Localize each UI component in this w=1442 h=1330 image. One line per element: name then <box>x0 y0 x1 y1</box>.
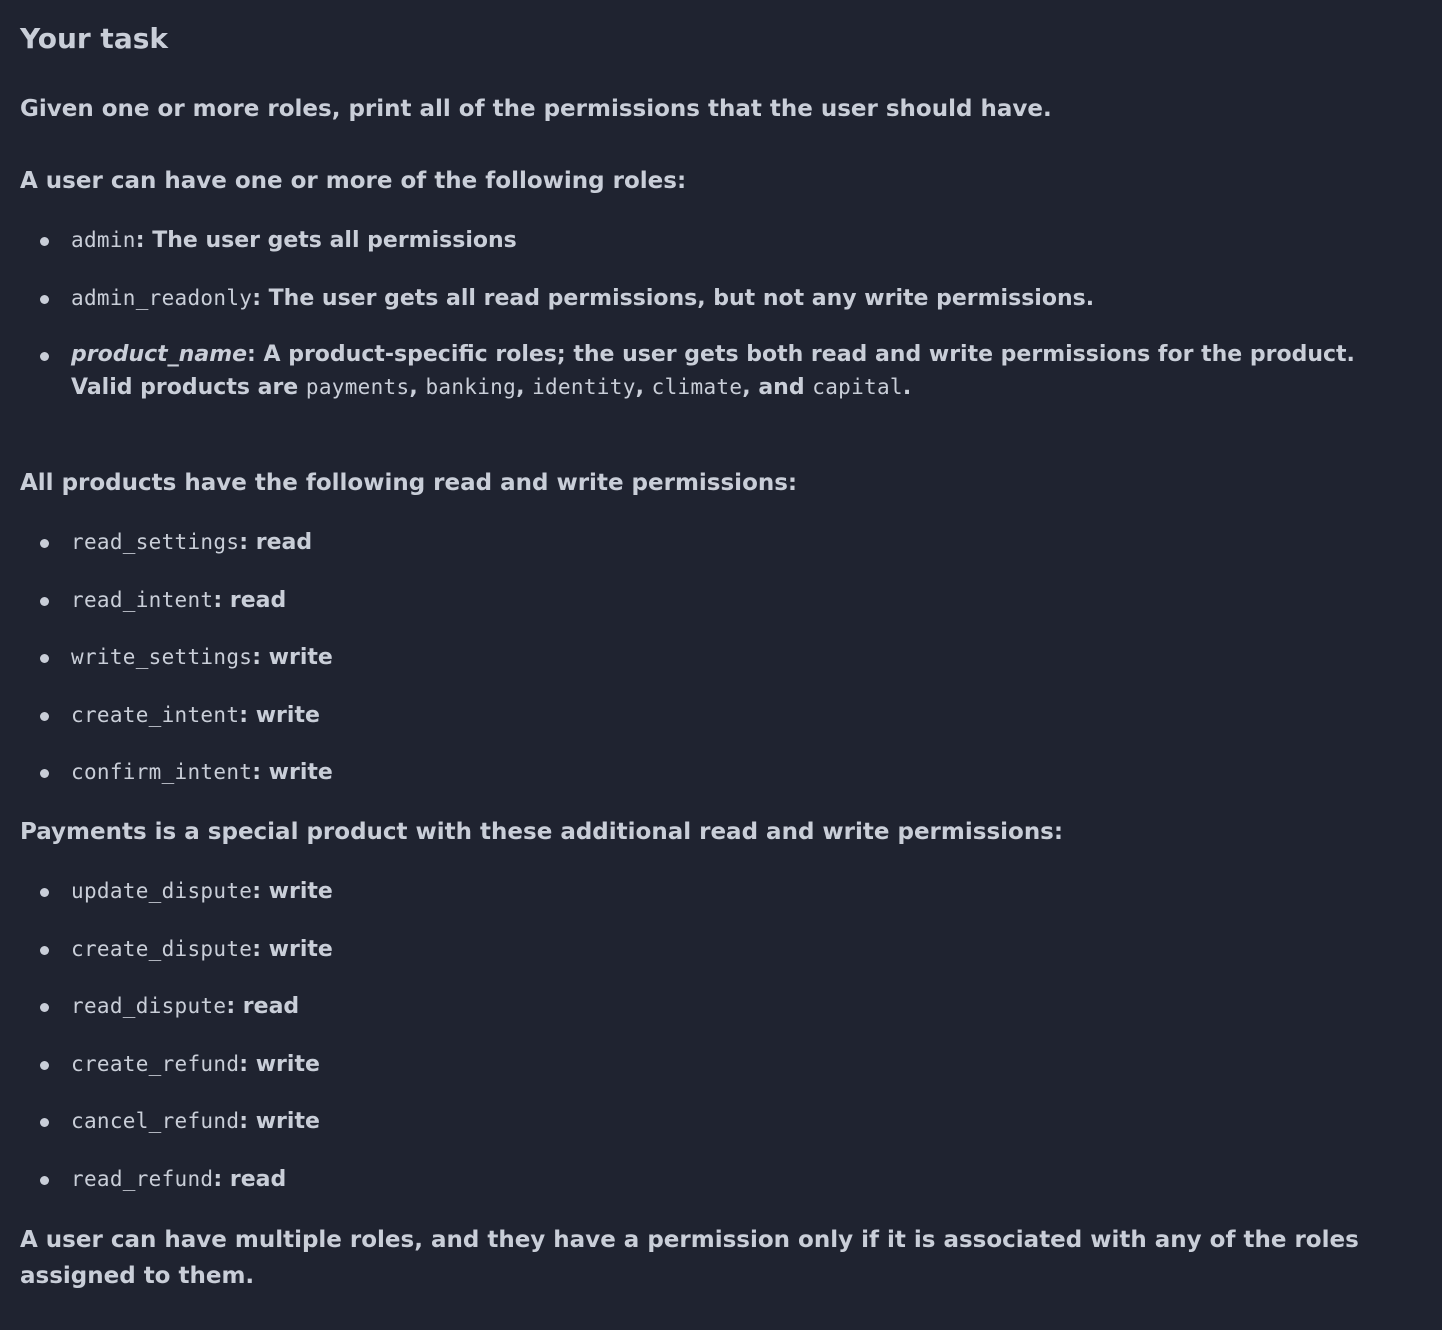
permission-code: read_settings <box>71 530 240 554</box>
list-item: read_settings: read <box>20 526 1410 584</box>
bullet-icon <box>40 596 49 606</box>
bullet-icon <box>40 539 49 548</box>
bullet-icon <box>40 1060 49 1070</box>
permission-code: write_settings <box>71 645 253 669</box>
permission-type: read <box>229 1166 287 1192</box>
bullet-icon <box>40 654 49 663</box>
bullet-icon <box>40 1118 49 1127</box>
permission-type: write <box>255 1109 320 1134</box>
list-item: cancel_refund: write <box>20 1105 1410 1163</box>
permission-code: create_intent <box>71 702 240 727</box>
role-code: admin <box>71 228 136 252</box>
bullet-icon <box>40 945 49 955</box>
permission-type: write <box>268 879 333 904</box>
page-title: Your task <box>20 22 168 55</box>
bullet-icon <box>40 352 49 361</box>
bullet-icon <box>40 769 49 778</box>
bullet-icon <box>40 1175 49 1185</box>
role-name: product_name <box>71 342 248 367</box>
permission-code: update_dispute <box>71 879 253 903</box>
permission-code: confirm_intent <box>71 760 253 784</box>
list-item: create_refund: write <box>20 1048 1410 1106</box>
product-code: capital <box>812 375 903 399</box>
role-description: The user gets all read permissions, but … <box>261 285 1095 311</box>
list-item: update_dispute: write <box>20 875 1410 933</box>
permission-type: write <box>268 645 333 670</box>
permission-code: create_refund <box>71 1051 240 1076</box>
payments-heading: Payments is a special product with these… <box>20 819 1064 845</box>
permission-type: write <box>255 702 320 728</box>
permission-type: write <box>268 936 333 962</box>
bullet-icon <box>40 888 49 897</box>
intro-paragraph: Given one or more roles, print all of th… <box>20 96 1052 122</box>
bullet-icon <box>40 294 49 304</box>
permission-code: read_dispute <box>71 994 227 1018</box>
permission-code: cancel_refund <box>71 1109 240 1133</box>
list-item: product_name: A product-specific roles; … <box>20 339 1410 404</box>
roles-list: admin: The user gets all permissions adm… <box>20 224 1410 404</box>
bullet-icon <box>40 237 49 246</box>
permission-code: create_dispute <box>71 936 253 961</box>
permission-type: write <box>255 1051 320 1077</box>
footer-paragraph: A user can have multiple roles, and they… <box>20 1227 1359 1289</box>
list-item: create_intent: write <box>20 699 1410 757</box>
list-item: read_intent: read <box>20 584 1410 642</box>
product-code: banking <box>425 375 517 399</box>
permission-type: write <box>268 760 333 785</box>
products-heading: All products have the following read and… <box>20 470 798 496</box>
list-item: read_refund: read <box>20 1163 1410 1221</box>
list-item: create_dispute: write <box>20 933 1410 991</box>
permission-code: read_refund <box>71 1166 214 1191</box>
product-permissions-list: read_settings: read read_intent: read wr… <box>20 526 1410 814</box>
roles-heading: A user can have one or more of the follo… <box>20 168 687 194</box>
bullet-icon <box>40 711 49 721</box>
product-code: climate <box>651 375 743 399</box>
product-code: payments <box>305 375 410 399</box>
list-item: admin: The user gets all permissions <box>20 224 1410 282</box>
list-item: admin_readonly: The user gets all read p… <box>20 282 1410 340</box>
payments-permissions-list: update_dispute: write create_dispute: wr… <box>20 875 1410 1220</box>
role-code: admin_readonly <box>71 285 253 310</box>
role-description: The user gets all permissions <box>144 228 517 253</box>
list-item: read_dispute: read <box>20 990 1410 1048</box>
permission-code: read_intent <box>71 587 214 612</box>
product-code: identity <box>532 375 636 399</box>
permission-type: read <box>229 587 287 613</box>
list-item: write_settings: write <box>20 641 1410 699</box>
list-item: confirm_intent: write <box>20 756 1410 814</box>
bullet-icon <box>40 1003 49 1012</box>
permission-type: read <box>255 530 313 555</box>
permission-type: read <box>242 994 300 1019</box>
